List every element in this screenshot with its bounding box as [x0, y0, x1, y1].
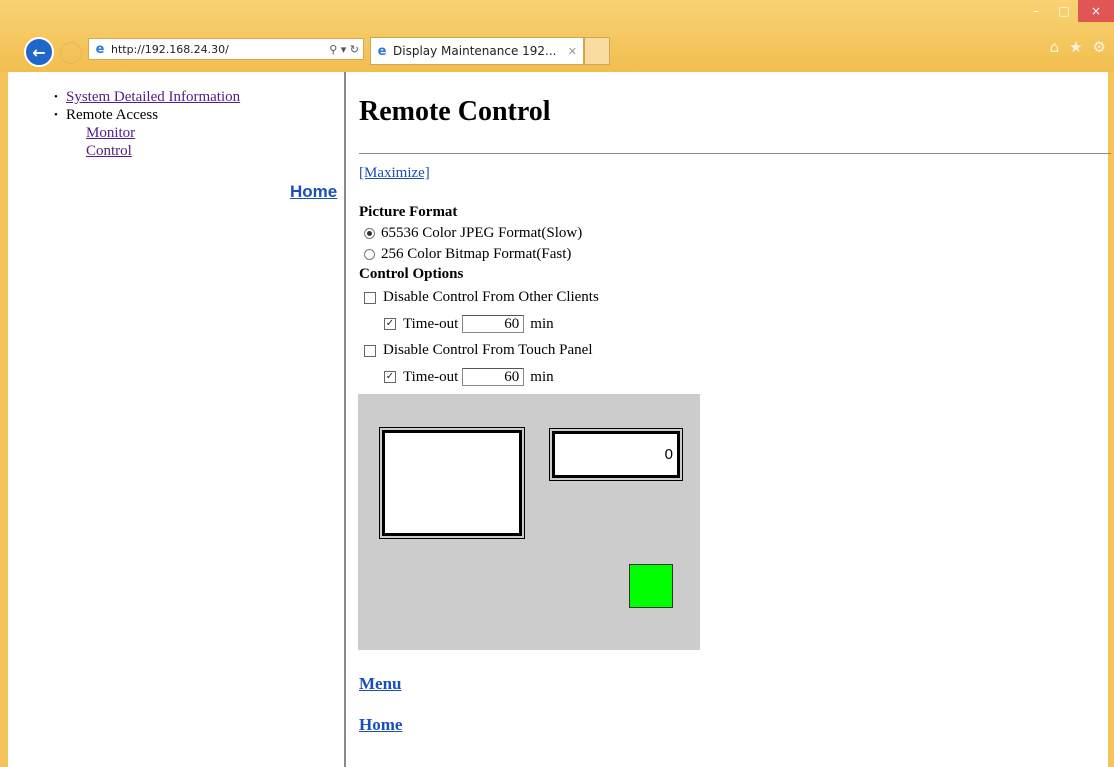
page-content: • System Detailed Information • Remote A…	[8, 72, 1111, 767]
control-options-label: Control Options	[359, 266, 464, 282]
remote-counter-display[interactable]: 0	[549, 428, 683, 481]
disable-touch-panel-checkbox[interactable]	[364, 344, 376, 357]
other-clients-timeout-unit: min	[530, 315, 554, 332]
toolbar-icons: ⌂ ★ ⚙	[1050, 38, 1106, 56]
jpeg-format-label: 65536 Color JPEG Format(Slow)	[381, 225, 583, 241]
ie-tab-icon: e	[377, 43, 387, 59]
tab-title: Display Maintenance 192...	[393, 44, 557, 58]
sidebar-item-remote-access: • Remote Access Monitor Control	[54, 106, 240, 160]
disable-other-clients-option[interactable]: Disable Control From Other Clients	[364, 289, 599, 306]
window-controls: – □ ×	[1022, 0, 1114, 24]
jpeg-format-option[interactable]: 65536 Color JPEG Format(Slow)	[364, 225, 582, 242]
other-clients-timeout-input[interactable]: 60	[462, 315, 525, 333]
other-clients-timeout-checkbox[interactable]: ✓	[384, 318, 396, 330]
disable-touch-panel-label: Disable Control From Touch Panel	[383, 342, 593, 358]
maximize-link[interactable]: [Maximize]	[359, 165, 430, 182]
forward-button[interactable]: →	[60, 42, 82, 64]
bitmap-format-radio[interactable]	[364, 249, 375, 260]
browser-tab[interactable]: e Display Maintenance 192... ✕	[370, 37, 584, 65]
control-link[interactable]: Control	[86, 142, 240, 160]
new-tab-button[interactable]	[584, 37, 610, 65]
tab-close-icon[interactable]: ✕	[568, 45, 577, 58]
sidebar-home-link[interactable]: Home	[290, 182, 337, 202]
address-url[interactable]: http://192.168.24.30/	[111, 43, 329, 56]
page-title: Remote Control	[359, 96, 551, 127]
disable-other-clients-label: Disable Control From Other Clients	[383, 289, 599, 305]
sidebar-item-system-info: • System Detailed Information	[54, 88, 240, 106]
other-clients-timeout-row: ✓ Time-out 60 min	[384, 315, 554, 333]
ie-page-icon: e	[95, 41, 105, 57]
bullet: •	[54, 91, 58, 103]
jpeg-format-radio[interactable]	[364, 228, 375, 239]
remote-screen-panel[interactable]: 0	[358, 394, 700, 650]
system-detailed-information-link[interactable]: System Detailed Information	[66, 89, 240, 105]
bullet: •	[54, 109, 58, 121]
touch-panel-timeout-input[interactable]: 60	[462, 368, 525, 386]
sidebar-nav: • System Detailed Information • Remote A…	[54, 88, 240, 160]
touch-panel-timeout-row: ✓ Time-out 60 min	[384, 368, 554, 386]
picture-format-label: Picture Format	[359, 204, 458, 220]
sidebar: • System Detailed Information • Remote A…	[8, 72, 346, 767]
back-button[interactable]: ←	[24, 37, 54, 67]
disable-touch-panel-option[interactable]: Disable Control From Touch Panel	[364, 342, 593, 359]
close-window-button[interactable]: ×	[1078, 0, 1114, 22]
minimize-button[interactable]: –	[1022, 0, 1050, 22]
browser-chrome: – □ × ← → e http://192.168.24.30/ ⚲ ▾ ↻ …	[0, 0, 1114, 72]
main-home-link[interactable]: Home	[359, 715, 402, 735]
bitmap-format-option[interactable]: 256 Color Bitmap Format(Fast)	[364, 246, 571, 263]
touch-panel-timeout-unit: min	[530, 368, 554, 385]
address-bar[interactable]: e http://192.168.24.30/ ⚲ ▾ ↻	[88, 38, 364, 60]
menu-link[interactable]: Menu	[359, 674, 402, 694]
search-refresh-icon[interactable]: ⚲ ▾ ↻	[329, 43, 359, 56]
arrow-left-icon: ←	[32, 42, 46, 62]
remote-display-box[interactable]	[379, 427, 525, 539]
main-pane: Remote Control [Maximize] Picture Format…	[348, 72, 1111, 767]
monitor-link[interactable]: Monitor	[86, 124, 240, 142]
star-icon[interactable]: ★	[1069, 38, 1082, 56]
maximize-window-button[interactable]: □	[1050, 0, 1078, 22]
touch-panel-timeout-checkbox[interactable]: ✓	[384, 371, 396, 383]
touch-panel-timeout-label: Time-out	[403, 368, 459, 385]
remote-green-button[interactable]	[629, 564, 673, 608]
gear-icon[interactable]: ⚙	[1093, 38, 1106, 56]
other-clients-timeout-label: Time-out	[403, 315, 459, 332]
bitmap-format-label: 256 Color Bitmap Format(Fast)	[381, 246, 572, 262]
disable-other-clients-checkbox[interactable]	[364, 291, 376, 304]
remote-access-label: Remote Access	[66, 107, 159, 123]
divider	[359, 153, 1111, 154]
counter-value: 0	[664, 446, 673, 463]
home-icon[interactable]: ⌂	[1050, 38, 1060, 56]
arrow-right-icon: →	[66, 46, 76, 60]
